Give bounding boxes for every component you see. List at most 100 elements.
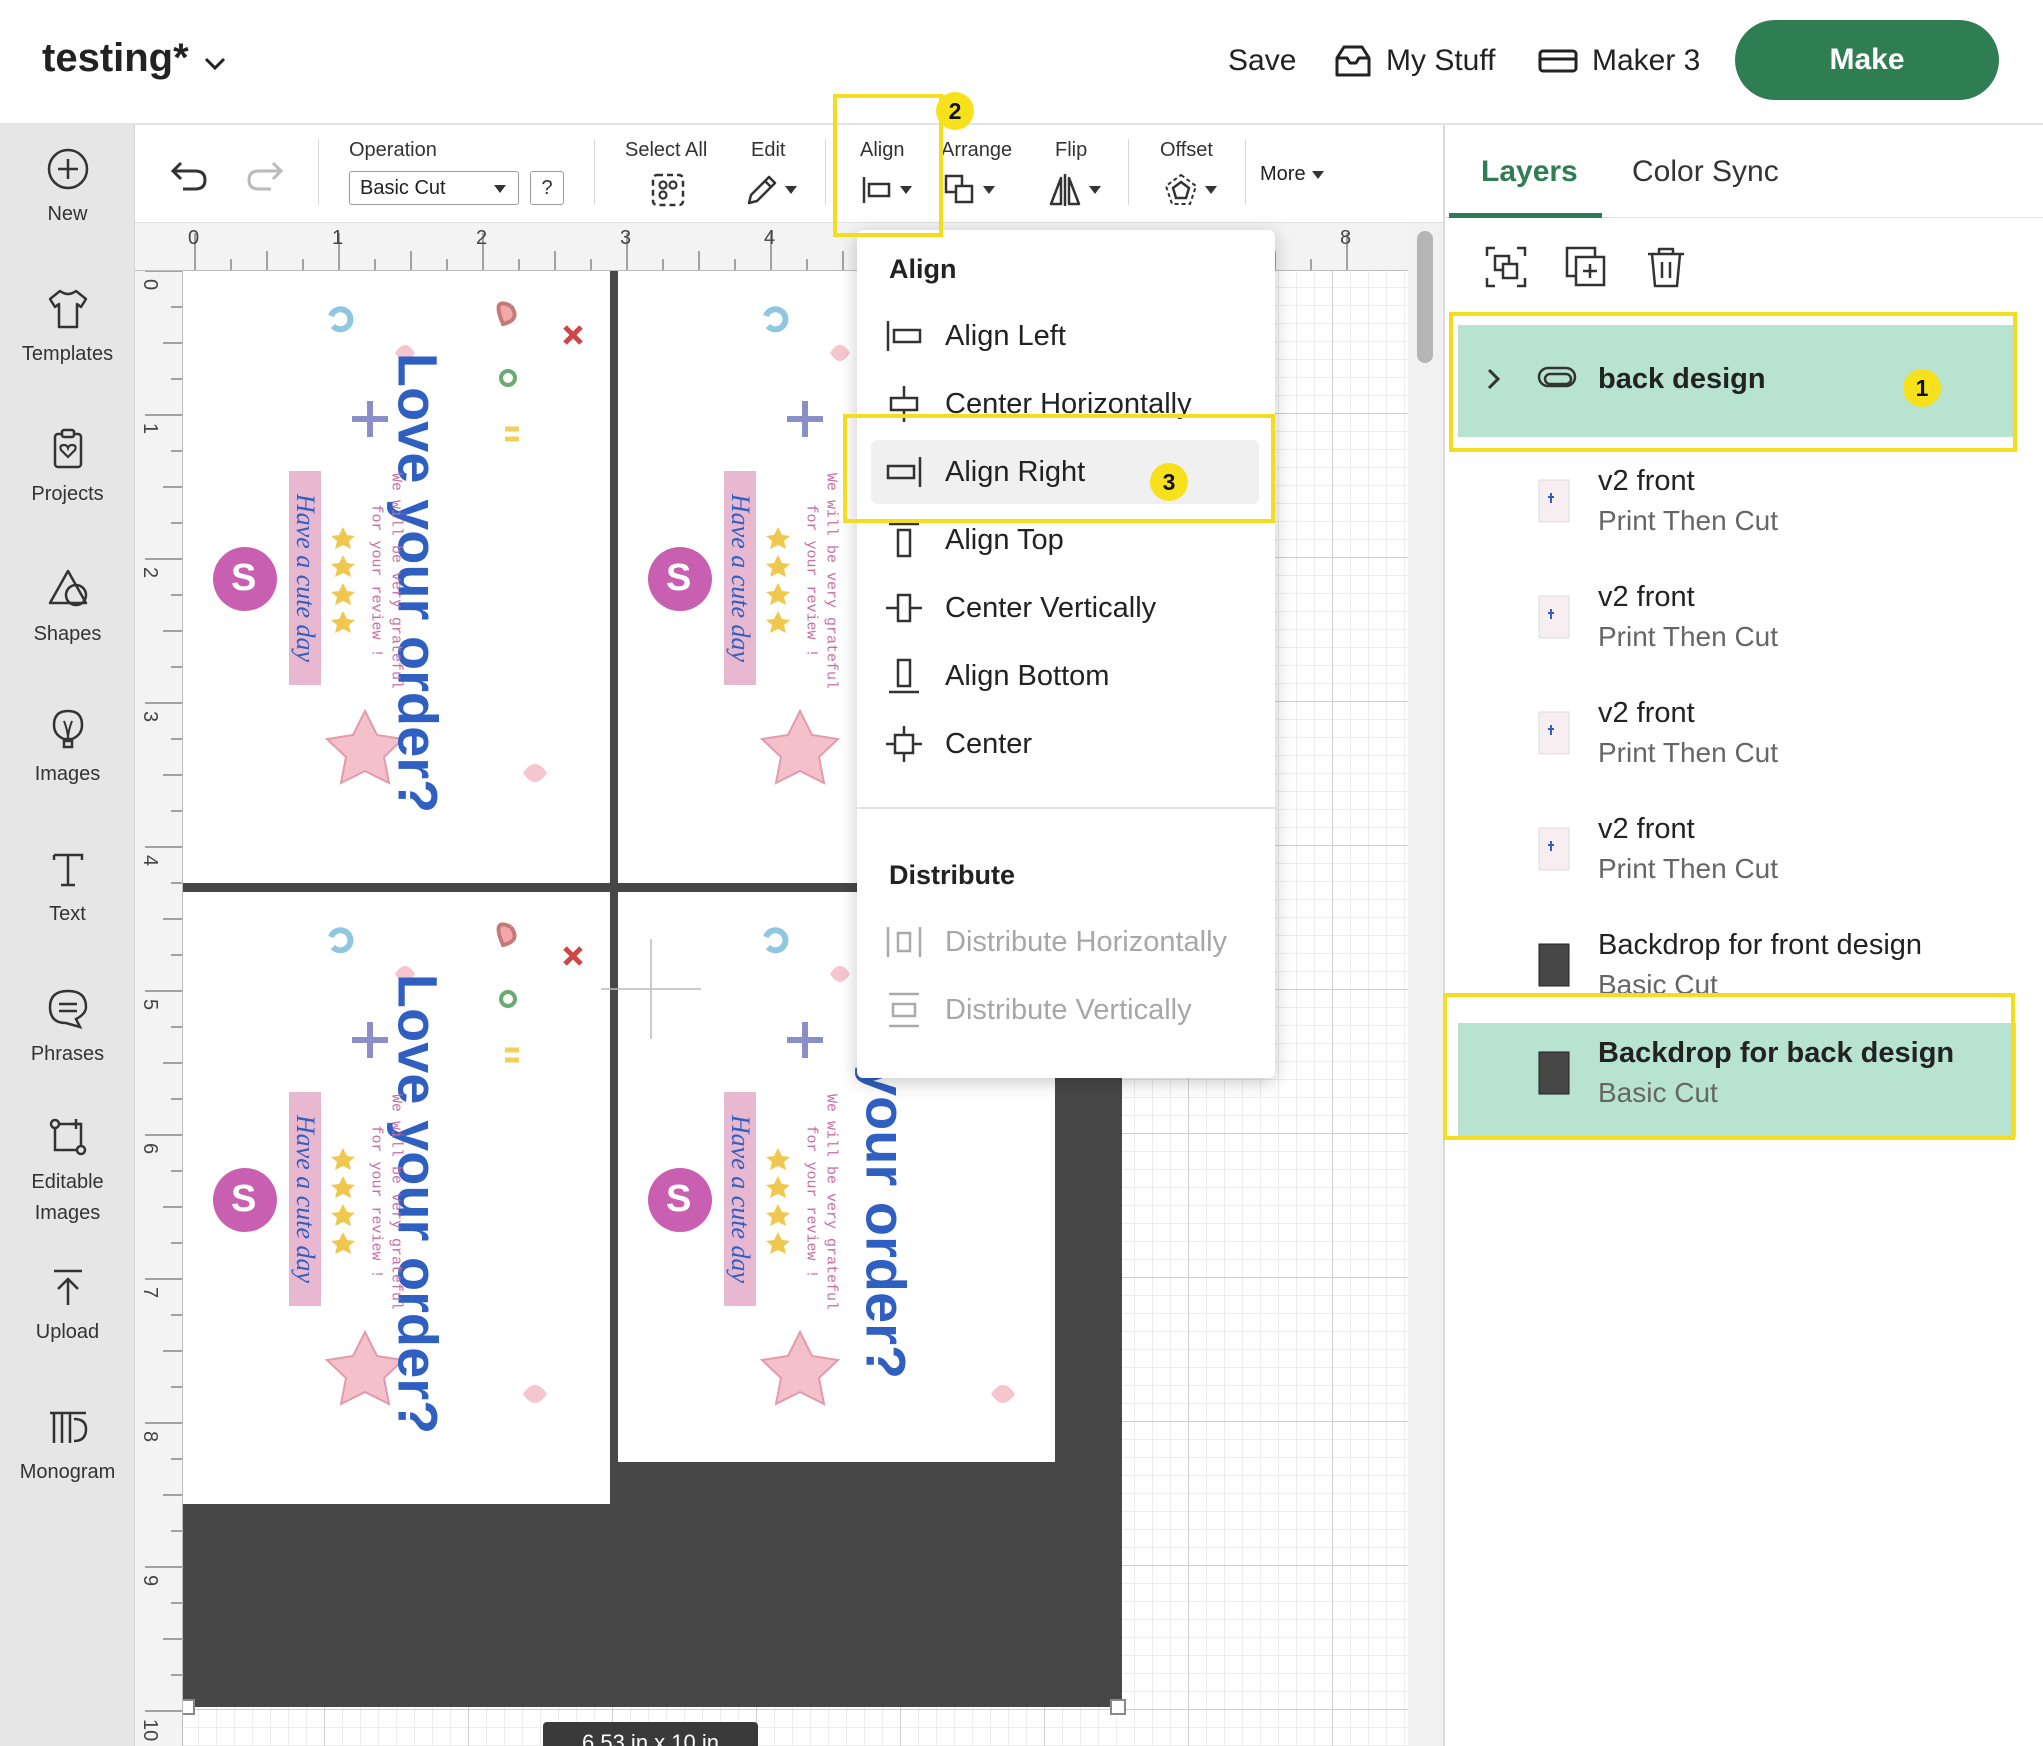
arrange-button[interactable] bbox=[943, 171, 995, 209]
ruler-label: 2 bbox=[139, 567, 161, 579]
editable-image-icon bbox=[49, 1118, 86, 1156]
more-label: More bbox=[1260, 163, 1306, 185]
ruler-label: 2 bbox=[476, 227, 488, 249]
menu-item-label: Align Left bbox=[945, 319, 1066, 352]
duplicate-icon[interactable] bbox=[1563, 244, 1609, 290]
resize-handle[interactable] bbox=[183, 1699, 195, 1715]
card-tagline: Have a cute day bbox=[291, 493, 320, 663]
caret-down-icon bbox=[785, 186, 797, 194]
make-button[interactable]: Make bbox=[1735, 20, 1999, 100]
caret-down-icon bbox=[1311, 170, 1324, 179]
operation-value: Basic Cut bbox=[360, 177, 446, 199]
sidebar-item-editable-images[interactable]: Editable Images bbox=[0, 1115, 135, 1229]
select-all-button[interactable] bbox=[650, 171, 686, 209]
flip-button[interactable] bbox=[1047, 171, 1101, 209]
toolbar-divider bbox=[825, 139, 826, 205]
menu-item-align-bottom[interactable]: Align Bottom bbox=[871, 644, 1259, 708]
card-body-line1: We will be very grateful bbox=[387, 1093, 405, 1311]
tab-layers[interactable]: Layers bbox=[1481, 155, 1578, 189]
sidebar-item-templates[interactable]: Templates bbox=[0, 287, 135, 370]
layer-name: v2 front bbox=[1598, 581, 1695, 613]
group-icon[interactable] bbox=[1483, 244, 1529, 290]
ruler-label: 7 bbox=[139, 1287, 161, 1299]
logo-text: S bbox=[231, 1178, 257, 1220]
layer-operation: Print Then Cut bbox=[1598, 505, 1779, 536]
sidebar-item-projects[interactable]: Projects bbox=[0, 427, 135, 510]
layer-row-v2-front[interactable]: v2 front Print Then Cut bbox=[1458, 567, 2016, 681]
redo-icon[interactable] bbox=[245, 159, 285, 193]
clipboard-heart-icon bbox=[53, 428, 82, 469]
plus-circle-icon bbox=[47, 148, 88, 190]
logo-text: S bbox=[231, 557, 257, 599]
cutting-machine-icon bbox=[1538, 49, 1578, 73]
card-design[interactable]: Love your order? We will be very gratefu… bbox=[183, 271, 610, 883]
edit-button[interactable] bbox=[745, 171, 797, 209]
sidebar-item-label: Upload bbox=[35, 1321, 100, 1343]
ruler-label: 5 bbox=[139, 999, 161, 1011]
save-button[interactable]: Save bbox=[1228, 38, 1296, 84]
align-top-icon bbox=[889, 522, 919, 558]
sidebar-item-phrases[interactable]: Phrases bbox=[0, 987, 135, 1070]
ruler-label: 8 bbox=[1340, 227, 1352, 249]
card-body-line1: We will be very grateful bbox=[387, 472, 405, 690]
undo-icon[interactable] bbox=[169, 159, 209, 193]
tab-color-sync[interactable]: Color Sync bbox=[1632, 155, 1779, 189]
sidebar-item-label: Templates bbox=[21, 343, 114, 365]
select-all-label: Select All bbox=[625, 139, 708, 161]
vertical-scrollbar[interactable] bbox=[1408, 223, 1443, 1746]
sidebar-item-images[interactable]: Images bbox=[0, 707, 135, 790]
sidebar-item-shapes[interactable]: Shapes bbox=[0, 567, 135, 650]
sidebar-item-upload[interactable]: Upload bbox=[0, 1265, 135, 1348]
shapes-icon bbox=[48, 569, 87, 607]
highlight-backdrop-back-layer bbox=[1443, 993, 2015, 1140]
scrollbar-thumb[interactable] bbox=[1417, 231, 1433, 363]
sidebar-item-label: Images bbox=[34, 763, 101, 785]
monogram-icon bbox=[49, 1411, 87, 1443]
top-bar: testing* Save My Stuff Maker 3 Make bbox=[0, 0, 2043, 125]
sidebar-item-label: Monogram bbox=[19, 1461, 116, 1483]
offset-button[interactable] bbox=[1163, 171, 1217, 209]
menu-item-align-left[interactable]: Align Left bbox=[871, 304, 1259, 368]
sidebar-item-label: Projects bbox=[31, 483, 104, 505]
machine-selector[interactable]: Maker 3 bbox=[1538, 38, 1700, 84]
align-bottom-icon bbox=[889, 658, 919, 694]
left-sidebar: New Templates Projects Shapes Images Tex… bbox=[0, 125, 135, 1746]
ruler-label: 1 bbox=[139, 423, 161, 435]
caret-down-icon bbox=[1205, 186, 1217, 194]
logo-text: S bbox=[666, 1178, 692, 1220]
layer-row-v2-front[interactable]: v2 front Print Then Cut bbox=[1458, 451, 2016, 565]
layer-row-v2-front[interactable]: v2 front Print Then Cut bbox=[1458, 799, 2016, 913]
layer-name: Backdrop for front design bbox=[1598, 929, 1923, 961]
chevron-down-icon[interactable] bbox=[204, 52, 226, 74]
menu-item-center-vertically[interactable]: Center Vertically bbox=[871, 576, 1259, 640]
sidebar-item-monogram[interactable]: Monogram bbox=[0, 1405, 135, 1488]
ruler-label: 4 bbox=[764, 227, 776, 249]
layer-operation: Print Then Cut bbox=[1598, 621, 1779, 652]
menu-item-center[interactable]: Center bbox=[871, 712, 1259, 776]
menu-item-distribute-horizontally[interactable]: Distribute Horizontally bbox=[871, 910, 1259, 974]
offset-icon bbox=[1164, 173, 1198, 205]
card-body-line1: We will be very grateful bbox=[822, 1093, 840, 1311]
resize-handle[interactable] bbox=[1110, 1699, 1126, 1715]
layers-tab-bar: Layers Color Sync bbox=[1445, 125, 2043, 218]
flip-label: Flip bbox=[1055, 139, 1088, 161]
card-design[interactable]: Love your order? We will be very gratefu… bbox=[183, 892, 610, 1504]
operation-help-button[interactable]: ? bbox=[530, 171, 564, 205]
upload-icon bbox=[53, 1269, 82, 1305]
document-title[interactable]: testing* bbox=[42, 36, 189, 81]
ruler-label: 0 bbox=[188, 227, 200, 249]
select-all-icon bbox=[651, 173, 685, 207]
distribute-menu-heading: Distribute bbox=[889, 860, 1016, 890]
menu-item-distribute-vertically[interactable]: Distribute Vertically bbox=[871, 978, 1259, 1042]
layer-row-v2-front[interactable]: v2 front Print Then Cut bbox=[1458, 683, 2016, 797]
tshirt-icon bbox=[48, 289, 87, 329]
flip-icon bbox=[1049, 174, 1081, 206]
sidebar-item-new[interactable]: New bbox=[0, 147, 135, 230]
operation-select[interactable]: Basic Cut bbox=[349, 171, 519, 205]
menu-item-label: Center Vertically bbox=[945, 591, 1157, 624]
card-body-line1: We will be very grateful bbox=[822, 472, 840, 690]
more-button[interactable]: More bbox=[1260, 163, 1324, 186]
trash-icon[interactable] bbox=[1643, 244, 1689, 290]
sidebar-item-text[interactable]: Text bbox=[0, 847, 135, 930]
my-stuff-button[interactable]: My Stuff bbox=[1334, 38, 1495, 84]
